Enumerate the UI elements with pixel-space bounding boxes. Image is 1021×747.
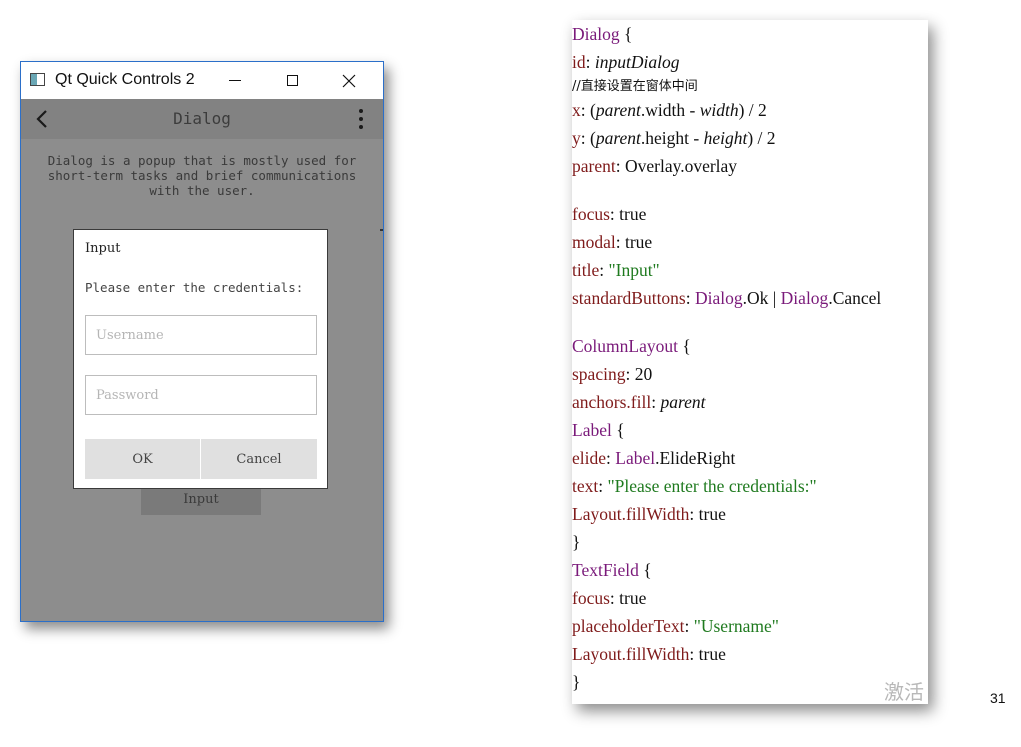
menu-dot-icon xyxy=(359,109,363,113)
dialog-title: Input xyxy=(85,241,121,256)
code-line: } xyxy=(572,532,581,552)
code-snippet-panel: Dialog { id: inputDialog //直接设置在窗体中间 x: … xyxy=(572,20,928,704)
code-line: Label { xyxy=(572,420,625,440)
more-menu-button[interactable] xyxy=(353,107,369,131)
window-title: Qt Quick Controls 2 xyxy=(55,71,195,88)
minimize-button[interactable] xyxy=(212,62,258,99)
code-line: } xyxy=(572,672,581,692)
password-field[interactable] xyxy=(85,375,317,415)
code-line: focus: true xyxy=(572,588,647,608)
close-icon xyxy=(342,74,356,87)
code-line: title: "Input" xyxy=(572,260,660,280)
code-line: Dialog { xyxy=(572,24,633,44)
code-line: TextField { xyxy=(572,560,652,580)
toolbar-title: Dialog xyxy=(173,109,231,128)
code-line: x: (parent.width - width) / 2 xyxy=(572,100,767,120)
code-line: anchors.fill: parent xyxy=(572,392,706,412)
code-line: Layout.fillWidth: true xyxy=(572,644,726,664)
ok-button[interactable]: OK xyxy=(85,439,200,479)
cancel-button[interactable]: Cancel xyxy=(201,439,317,479)
maximize-icon xyxy=(286,75,298,86)
toolbar: Dialog xyxy=(21,99,383,139)
code-line: text: "Please enter the credentials:" xyxy=(572,476,817,496)
code-line: id: inputDialog xyxy=(572,52,680,72)
page-content: Dialog is a popup that is mostly used fo… xyxy=(21,139,383,621)
maximize-button[interactable] xyxy=(269,62,315,99)
username-field[interactable] xyxy=(85,315,317,355)
code-line: modal: true xyxy=(572,232,653,252)
code-line: elide: Label.ElideRight xyxy=(572,448,736,468)
menu-dot-icon xyxy=(359,117,363,121)
activation-watermark: 激活 xyxy=(884,680,924,704)
code-line: y: (parent.height - height) / 2 xyxy=(572,128,776,148)
code-line: ColumnLayout { xyxy=(572,336,691,356)
minimize-icon xyxy=(229,80,241,81)
page-description: Dialog is a popup that is mostly used fo… xyxy=(47,153,357,198)
code-line: spacing: 20 xyxy=(572,364,653,384)
scrollbar-edge xyxy=(380,229,383,231)
code-comment: //直接设置在窗体中间 xyxy=(572,79,698,94)
code-line: Layout.fillWidth: true xyxy=(572,504,726,524)
code-line: parent: Overlay.overlay xyxy=(572,156,738,176)
code-line: placeholderText: "Username" xyxy=(572,616,779,636)
input-dialog: Input Please enter the credentials: OK C… xyxy=(73,229,328,489)
menu-dot-icon xyxy=(359,125,363,129)
qt-app-window: Qt Quick Controls 2 Dialog Dialog is a p… xyxy=(20,61,384,622)
code-line: focus: true xyxy=(572,204,647,224)
window-titlebar[interactable]: Qt Quick Controls 2 xyxy=(21,62,383,99)
code-line: standardButtons: Dialog.Ok | Dialog.Canc… xyxy=(572,288,882,308)
dialog-label: Please enter the credentials: xyxy=(85,280,304,295)
page-number: 31 xyxy=(990,690,1006,706)
app-icon xyxy=(30,73,45,86)
close-button[interactable] xyxy=(326,62,372,99)
